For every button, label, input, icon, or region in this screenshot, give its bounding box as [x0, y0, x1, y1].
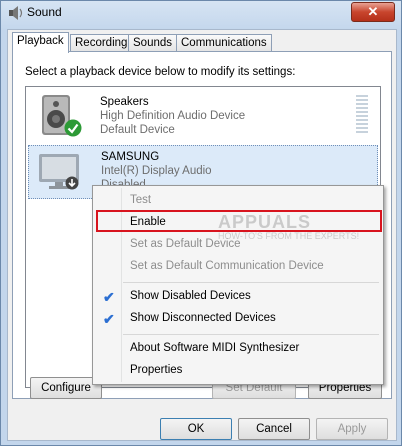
disabled-arrow-icon [65, 176, 79, 190]
device-item-speakers[interactable]: Speakers High Definition Audio Device De… [28, 91, 376, 143]
speaker-icon [9, 6, 23, 20]
tab-recording[interactable]: Recording [70, 34, 133, 52]
close-icon: ✕ [367, 4, 379, 19]
tab-playback[interactable]: Playback [12, 32, 69, 53]
enable-highlight-box [96, 210, 382, 232]
device-driver: High Definition Audio Device [100, 110, 246, 122]
menu-item-set-default-communication-device[interactable]: Set as Default Communication Device [95, 255, 381, 277]
instructions-text: Select a playback device below to modify… [25, 66, 296, 78]
title-bar[interactable]: Sound ✕ [1, 1, 401, 25]
apply-button[interactable]: Apply [316, 418, 388, 440]
menu-separator [123, 334, 379, 335]
checkmark-icon: ✔ [103, 289, 115, 305]
menu-item-show-disconnected-devices[interactable]: ✔ Show Disconnected Devices [95, 307, 381, 329]
menu-item-properties[interactable]: Properties [95, 359, 381, 381]
close-button[interactable]: ✕ [351, 2, 395, 22]
tab-sounds[interactable]: Sounds [128, 34, 178, 52]
device-name: Speakers [100, 96, 149, 108]
menu-item-show-disabled-devices[interactable]: ✔ Show Disabled Devices [95, 285, 381, 307]
menu-item-about-midi[interactable]: About Software MIDI Synthesizer [95, 337, 381, 359]
tab-communications[interactable]: Communications [176, 34, 272, 52]
device-driver: Intel(R) Display Audio [101, 165, 212, 177]
cancel-button[interactable]: Cancel [238, 418, 310, 440]
green-check-icon [64, 119, 82, 137]
checkmark-icon: ✔ [103, 311, 115, 327]
ok-button[interactable]: OK [160, 418, 232, 440]
device-name: SAMSUNG [101, 151, 160, 163]
menu-item-test[interactable]: Test [95, 189, 381, 211]
volume-meter [356, 95, 368, 135]
window-title: Sound [27, 5, 62, 19]
menu-separator [123, 282, 379, 283]
device-status: Default Device [100, 124, 175, 136]
